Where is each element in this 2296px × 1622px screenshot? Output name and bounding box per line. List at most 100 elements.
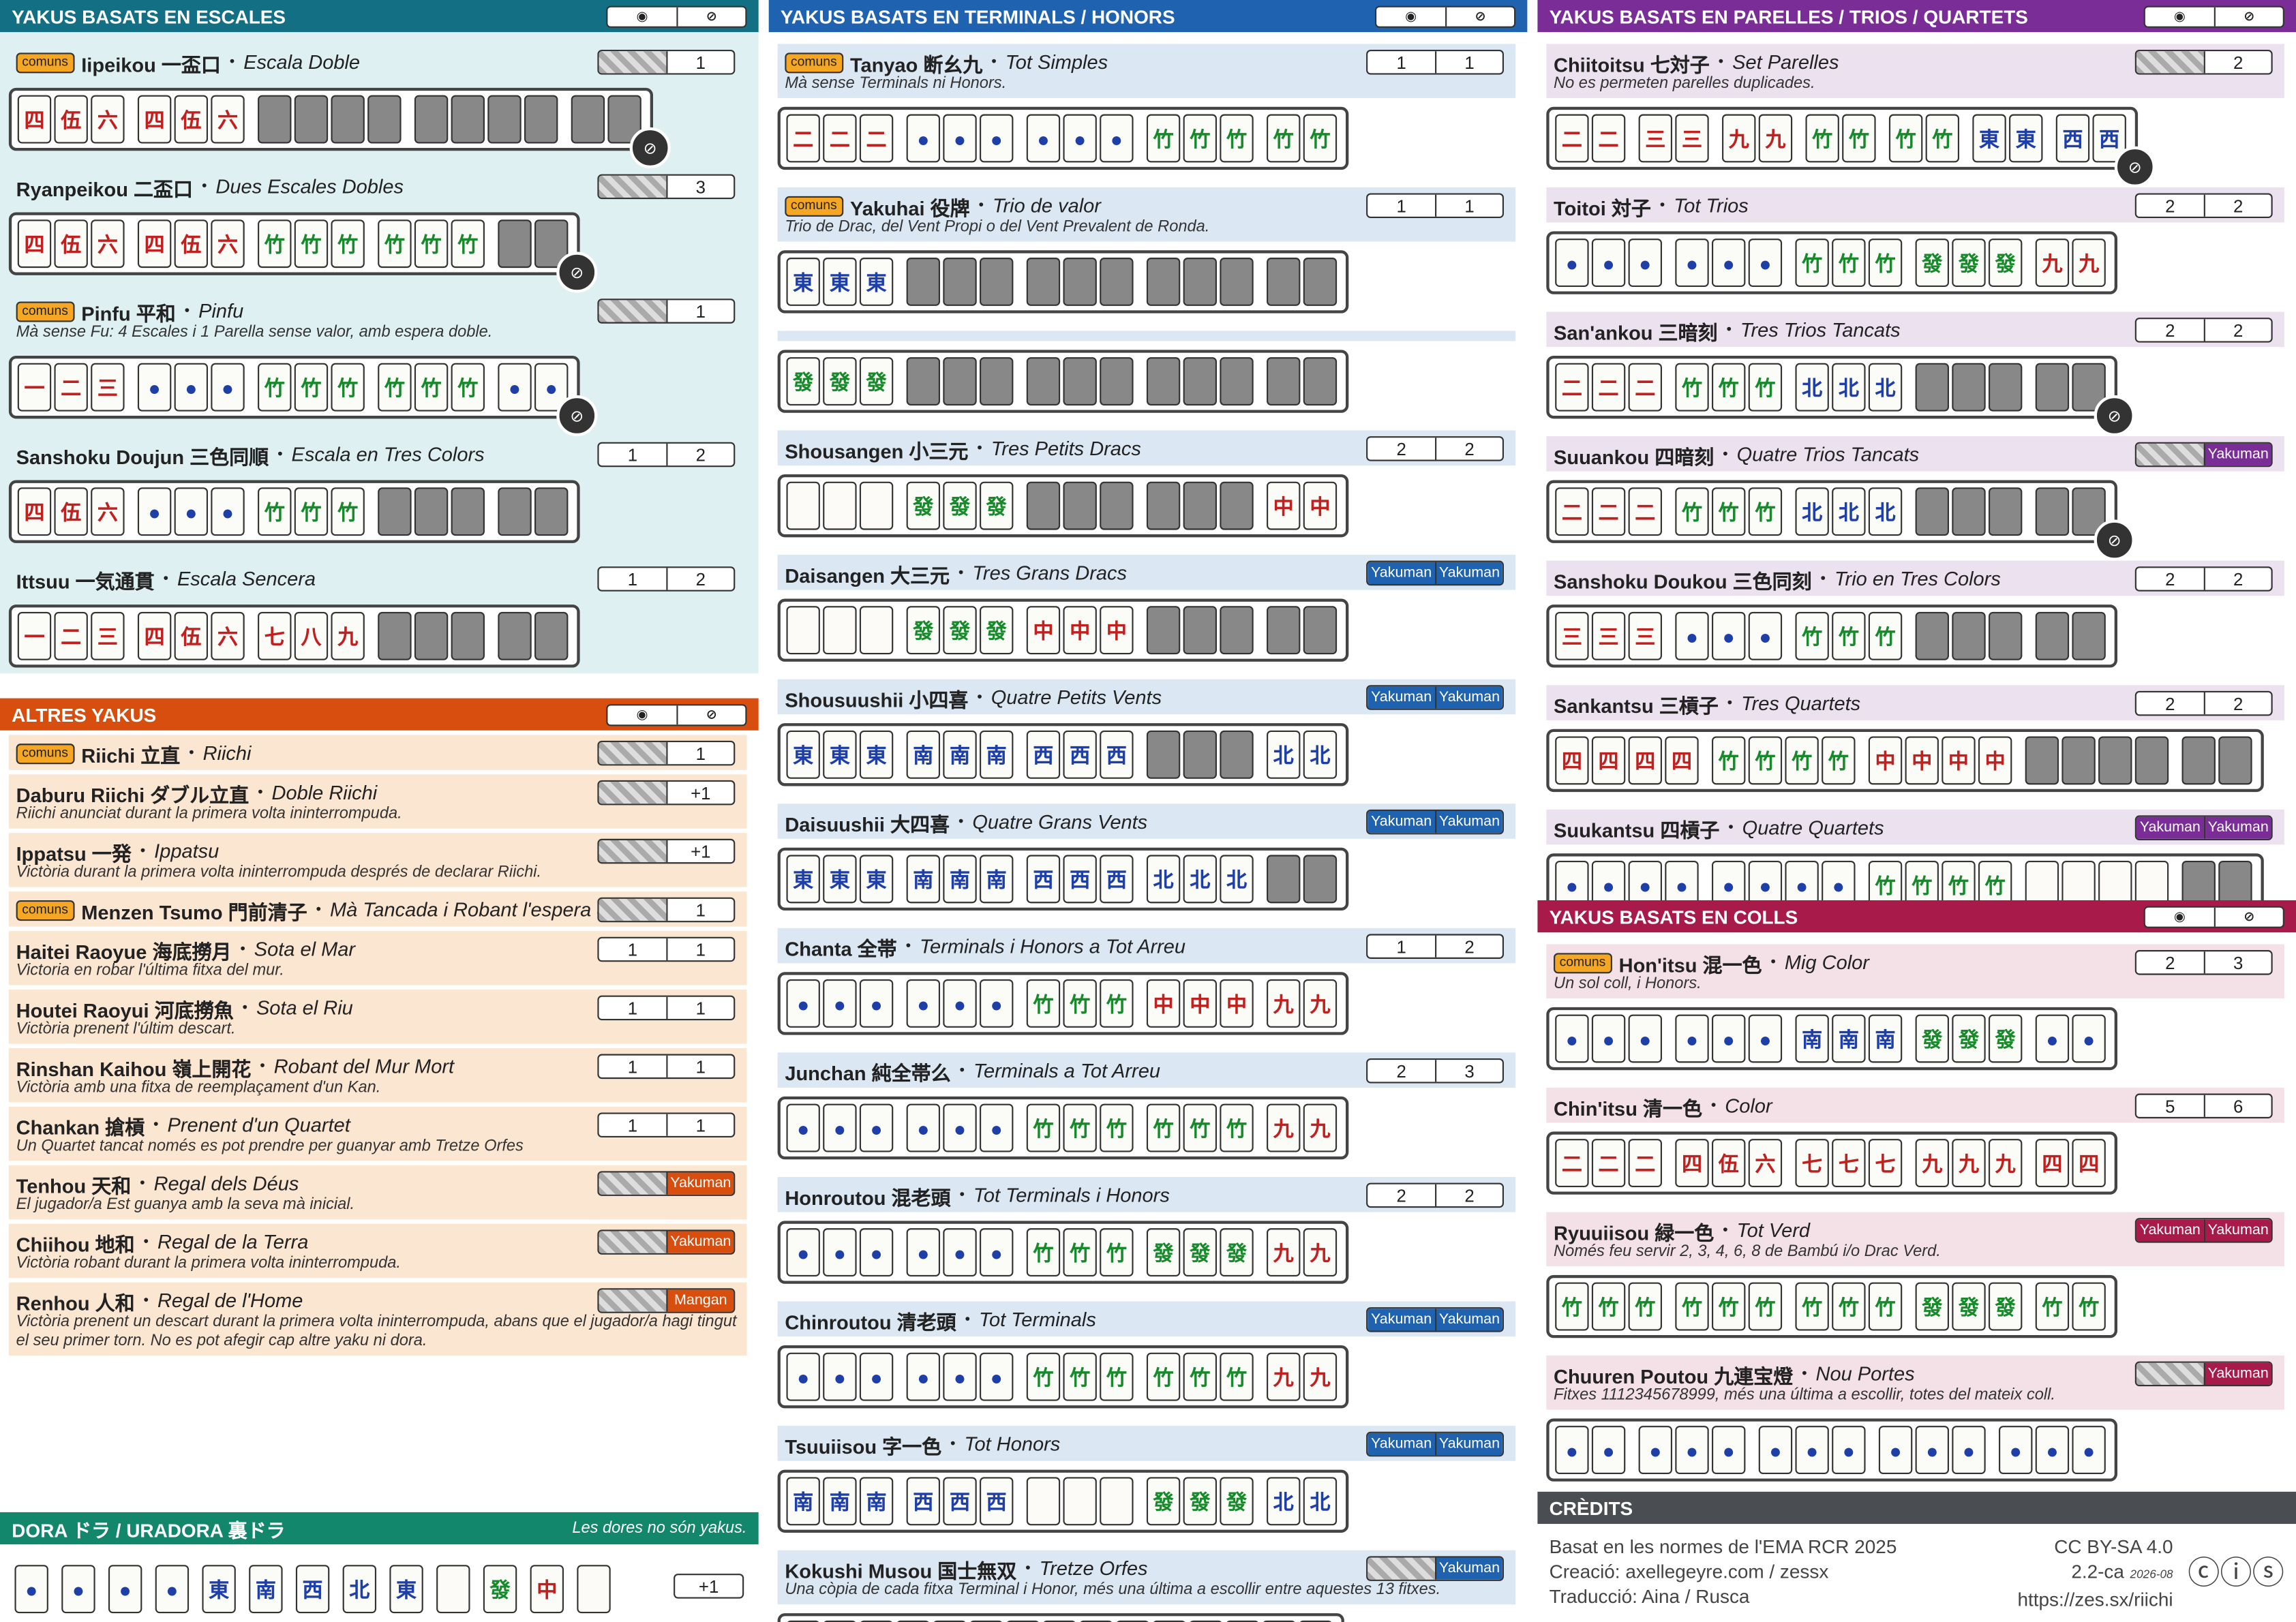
eye-off-icon[interactable]: ⊘ <box>676 705 745 724</box>
mahjong-tile <box>823 481 857 530</box>
mahjong-tile: ● <box>823 1103 857 1152</box>
eye-off-icon[interactable]: ⊘ <box>2094 519 2135 561</box>
mahjong-tile: 西 <box>1100 730 1134 779</box>
han-open: Yakuman <box>2136 1219 2204 1242</box>
han-value: Yakuman Yakuman <box>2134 815 2273 840</box>
altres-header: ALTRES YAKUS ◉ ⊘ <box>0 698 759 731</box>
mahjong-tile: 竹 <box>1591 1282 1626 1331</box>
mahjong-tile: ● <box>1555 1014 1589 1063</box>
mahjong-tile: ● <box>137 363 172 412</box>
eye-off-icon[interactable]: ⊘ <box>556 251 598 293</box>
mahjong-tile: 二 <box>786 114 820 163</box>
han-closed: Yakuman <box>1435 562 1502 585</box>
mahjong-tile: 竹 <box>1100 979 1134 1028</box>
han-closed: 2 <box>2203 568 2271 590</box>
tile-row: 東東東 <box>777 250 1349 313</box>
mahjong-tile: 竹 <box>1748 487 1783 536</box>
mahjong-tile: 竹 <box>1026 1103 1061 1152</box>
mahjong-tile: 北 <box>1267 730 1301 779</box>
mahjong-tile: 中 <box>1303 481 1338 530</box>
eye-icon[interactable]: ◉ <box>607 7 676 26</box>
mahjong-tile: ● <box>1712 611 1746 660</box>
yaku-translation: Terminals i Honors a Tot Arreu <box>920 935 1186 958</box>
mahjong-tile: 竹 <box>1267 114 1301 163</box>
eye-off-icon[interactable]: ⊘ <box>2214 906 2283 926</box>
yaku-name: Ryuuiisou 緑一色 <box>1554 1221 1715 1244</box>
eye-off-icon[interactable]: ⊘ <box>2094 395 2135 437</box>
mahjong-tile: ● <box>1591 1014 1626 1063</box>
mahjong-tile: 發 <box>980 481 1014 530</box>
mahjong-tile: ● <box>1675 1426 1709 1475</box>
mahjong-tile: 八 <box>294 611 329 660</box>
han-value: 11 <box>597 1054 736 1080</box>
yaku-name: Junchan 純全帯么 <box>785 1062 951 1084</box>
mahjong-tile <box>1915 487 1949 536</box>
mahjong-tile: ● <box>1026 114 1061 163</box>
mahjong-tile: 竹 <box>1100 1352 1134 1401</box>
mahjong-tile: 伍 <box>174 219 209 269</box>
mahjong-tile: 竹 <box>331 219 365 269</box>
yaku-description: Riichi anunciat durant la primera volta … <box>16 805 402 823</box>
mahjong-tile <box>1303 855 1338 904</box>
eye-off-icon[interactable]: ⊘ <box>629 127 671 169</box>
yaku-name: Chuuren Poutou 九連宝燈 <box>1554 1365 1794 1388</box>
yaku-entry: Tsuuiisou 字一色 • Tot Honors Yakuman Yakuman <box>777 1426 1516 1461</box>
mahjong-tile: 南 <box>1795 1014 1829 1063</box>
eye-icon[interactable]: ◉ <box>2145 907 2214 926</box>
mahjong-tile: 東 <box>202 1565 236 1614</box>
han-open <box>599 300 667 322</box>
eye-off-icon[interactable]: ⊘ <box>676 6 745 26</box>
eye-off-icon[interactable]: ⊘ <box>2114 146 2156 187</box>
han-closed: 2 <box>2203 319 2271 341</box>
mahjong-tile: ● <box>1675 611 1709 660</box>
yaku-description: Mà sense Terminals ni Honors. <box>785 74 1007 93</box>
mahjong-tile: 北 <box>1267 1477 1301 1526</box>
han-open: 5 <box>2165 1095 2175 1116</box>
eye-icon[interactable]: ◉ <box>2145 7 2214 26</box>
mahjong-tile: 西 <box>1026 855 1061 904</box>
mahjong-tile: 西 <box>1063 855 1097 904</box>
mahjong-tile: 竹 <box>294 363 329 412</box>
mahjong-tile: ● <box>1795 1426 1829 1475</box>
mahjong-tile: 竹 <box>1146 1103 1181 1152</box>
yaku-translation: Escala en Tres Colors <box>291 443 485 466</box>
han-closed: Yakuman <box>1435 810 1502 833</box>
eye-off-icon[interactable]: ⊘ <box>2214 6 2283 26</box>
mahjong-tile: 北 <box>1146 855 1181 904</box>
mahjong-tile: 二 <box>1555 1139 1589 1188</box>
mahjong-tile: 竹 <box>331 363 365 412</box>
mahjong-tile: 二 <box>1555 487 1589 536</box>
han-open: Yakuman <box>1368 686 1436 709</box>
mahjong-tile: 竹 <box>331 487 365 536</box>
mahjong-tile: ● <box>1591 239 1626 288</box>
yaku-description: No es permeten parelles duplicades. <box>1554 74 1815 93</box>
yaku-entry: Rinshan Kaihou 嶺上開花 • Robant del Mur Mort V… <box>8 1047 747 1103</box>
yaku-translation: Tot Verd <box>1736 1219 1811 1242</box>
mahjong-tile: ● <box>211 487 245 536</box>
mahjong-tile: 竹 <box>1795 239 1829 288</box>
mahjong-tile: ● <box>1748 1014 1783 1063</box>
mahjong-tile: ● <box>108 1565 142 1614</box>
eye-off-icon[interactable]: ⊘ <box>1445 6 1514 26</box>
website-link[interactable]: https://zes.sx/riichi <box>2017 1587 2173 1612</box>
han-open <box>2136 1362 2204 1386</box>
han-value: Yakuman Yakuman <box>1366 1431 1504 1457</box>
mahjong-tile: ● <box>786 1103 820 1152</box>
han-value: Yakuman <box>2134 442 2273 468</box>
mahjong-tile: ● <box>1591 1426 1626 1475</box>
han-open: Yakuman <box>1368 1309 1436 1331</box>
eye-icon[interactable]: ◉ <box>1376 7 1445 26</box>
han-value: 22 <box>1366 1182 1504 1208</box>
mahjong-tile <box>1915 363 1949 412</box>
mahjong-tile: 東 <box>859 730 894 779</box>
han-open <box>599 742 667 765</box>
mahjong-tile <box>1146 481 1181 530</box>
mahjong-tile <box>451 487 485 536</box>
mahjong-tile <box>1146 357 1181 406</box>
eye-off-icon[interactable]: ⊘ <box>556 395 598 437</box>
mahjong-tile: 伍 <box>54 487 88 536</box>
mahjong-tile: 北 <box>342 1565 377 1614</box>
eye-icon[interactable]: ◉ <box>607 705 676 724</box>
mahjong-tile: 中 <box>1220 979 1254 1028</box>
han-open: 2 <box>2165 195 2175 216</box>
